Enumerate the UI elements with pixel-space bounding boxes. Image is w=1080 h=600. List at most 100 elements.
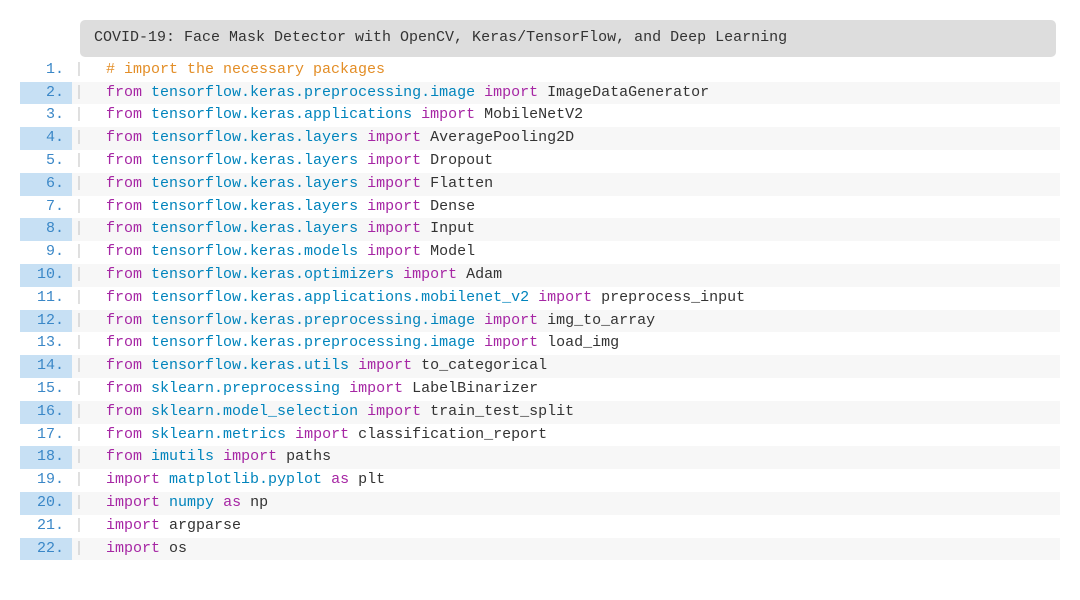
token-keyword: from [106,289,142,306]
token-module: tensorflow.keras.layers [151,220,358,237]
token-keyword: import [367,403,421,420]
token-name: MobileNetV2 [484,106,583,123]
gutter-separator: | [72,127,86,150]
gutter-separator: | [72,196,86,219]
token-name: np [250,494,268,511]
gutter-separator: | [72,469,86,492]
token-keyword: from [106,198,142,215]
token-name: Dense [430,198,475,215]
gutter-separator: | [72,378,86,401]
token-name: LabelBinarizer [412,380,538,397]
code-line: 21.|import argparse [20,515,1060,538]
code-line: 1.|# import the necessary packages [20,59,1060,82]
token-name: load_img [547,334,619,351]
token-keyword: from [106,312,142,329]
token-module: tensorflow.keras.layers [151,152,358,169]
token-name: ImageDataGenerator [547,84,709,101]
line-number: 6. [20,173,72,196]
line-number: 1. [20,59,72,82]
code-content: from tensorflow.keras.layers import Inpu… [86,218,1060,241]
token-name: preprocess_input [601,289,745,306]
code-line: 5.|from tensorflow.keras.layers import D… [20,150,1060,173]
token-keyword: from [106,357,142,374]
token-keyword: as [223,494,241,511]
token-module: sklearn.metrics [151,426,286,443]
gutter-separator: | [72,446,86,469]
gutter-separator: | [72,104,86,127]
code-line: 9.|from tensorflow.keras.models import M… [20,241,1060,264]
token-name: Flatten [430,175,493,192]
line-number: 18. [20,446,72,469]
token-module: tensorflow.keras.preprocessing.image [151,312,475,329]
token-module: numpy [169,494,214,511]
gutter-separator: | [72,264,86,287]
code-content: from imutils import paths [86,446,1060,469]
gutter-separator: | [72,150,86,173]
code-content: from tensorflow.keras.layers import Drop… [86,150,1060,173]
code-line: 20.|import numpy as np [20,492,1060,515]
token-keyword: import [421,106,475,123]
token-keyword: import [367,220,421,237]
code-content: from tensorflow.keras.layers import Flat… [86,173,1060,196]
token-keyword: from [106,175,142,192]
token-keyword: from [106,106,142,123]
code-content: from tensorflow.keras.preprocessing.imag… [86,332,1060,355]
code-line: 15.|from sklearn.preprocessing import La… [20,378,1060,401]
line-number: 19. [20,469,72,492]
gutter-separator: | [72,355,86,378]
code-line: 13.|from tensorflow.keras.preprocessing.… [20,332,1060,355]
code-snippet-figure: COVID-19: Face Mask Detector with OpenCV… [20,20,1060,560]
line-number: 16. [20,401,72,424]
token-keyword: from [106,334,142,351]
token-name: img_to_array [547,312,655,329]
token-keyword: from [106,380,142,397]
code-content: import argparse [86,515,1060,538]
code-line: 4.|from tensorflow.keras.layers import A… [20,127,1060,150]
gutter-separator: | [72,82,86,105]
line-number: 3. [20,104,72,127]
token-keyword: import [106,494,160,511]
token-keyword: import [106,517,160,534]
token-keyword: import [403,266,457,283]
code-content: from tensorflow.keras.applications impor… [86,104,1060,127]
token-module: tensorflow.keras.applications [151,106,412,123]
token-module: tensorflow.keras.layers [151,198,358,215]
code-line: 10.|from tensorflow.keras.optimizers imp… [20,264,1060,287]
token-name: to_categorical [421,357,547,374]
token-module: tensorflow.keras.layers [151,175,358,192]
line-number: 11. [20,287,72,310]
code-line: 14.|from tensorflow.keras.utils import t… [20,355,1060,378]
token-module: tensorflow.keras.preprocessing.image [151,334,475,351]
gutter-separator: | [72,492,86,515]
line-number: 20. [20,492,72,515]
token-keyword: import [367,243,421,260]
gutter-separator: | [72,287,86,310]
token-keyword: from [106,448,142,465]
token-keyword: from [106,426,142,443]
token-keyword: from [106,243,142,260]
code-content: # import the necessary packages [86,59,1060,82]
token-name: plt [358,471,385,488]
gutter-separator: | [72,515,86,538]
code-line: 17.|from sklearn.metrics import classifi… [20,424,1060,447]
line-number: 4. [20,127,72,150]
code-content: from tensorflow.keras.applications.mobil… [86,287,1060,310]
token-module: imutils [151,448,214,465]
code-line: 2.|from tensorflow.keras.preprocessing.i… [20,82,1060,105]
gutter-separator: | [72,310,86,333]
token-keyword: import [367,198,421,215]
gutter-separator: | [72,241,86,264]
token-keyword: from [106,403,142,420]
line-number: 22. [20,538,72,561]
code-content: import numpy as np [86,492,1060,515]
token-keyword: import [367,129,421,146]
token-keyword: import [358,357,412,374]
token-name: Model [430,243,475,260]
token-keyword: from [106,152,142,169]
line-number: 13. [20,332,72,355]
token-name: AveragePooling2D [430,129,574,146]
code-content: from tensorflow.keras.layers import Aver… [86,127,1060,150]
token-keyword: import [106,540,160,557]
code-content: from tensorflow.keras.models import Mode… [86,241,1060,264]
code-content: import os [86,538,1060,561]
